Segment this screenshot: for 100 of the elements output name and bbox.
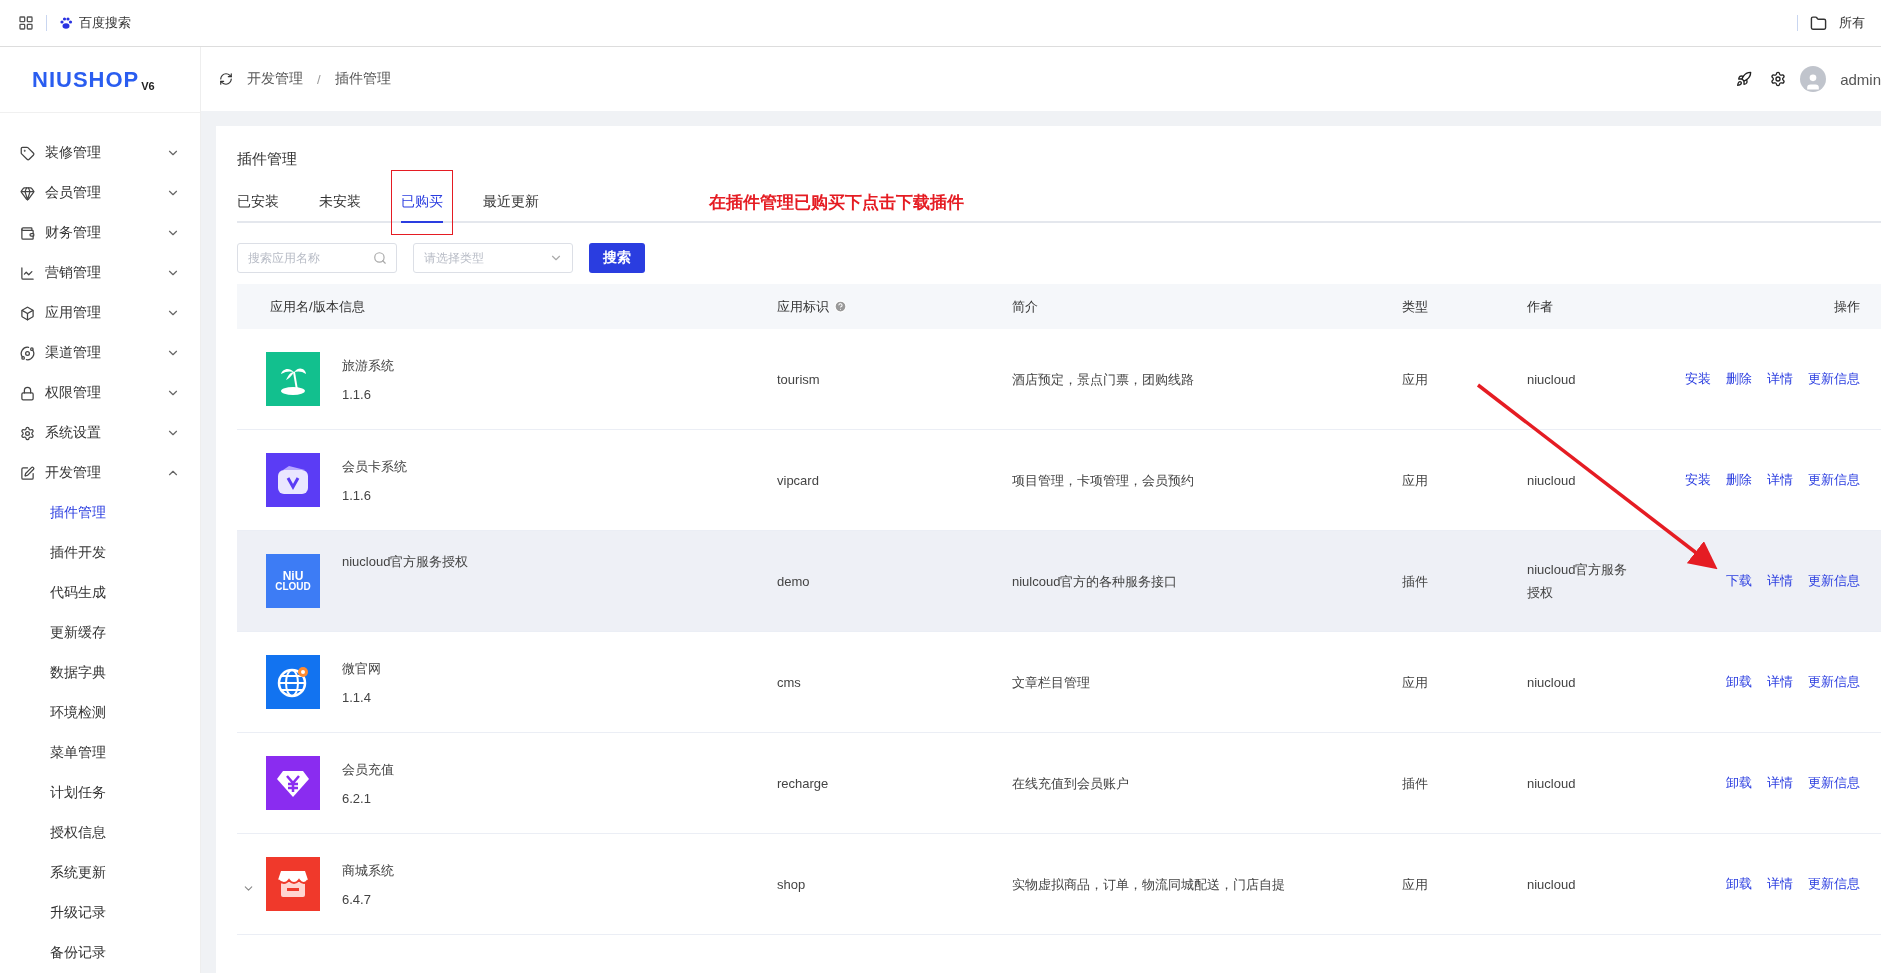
app-logo: NiU CLOUD (266, 554, 320, 608)
action-link[interactable]: 更新信息 (1808, 572, 1860, 590)
folder-icon[interactable] (1810, 14, 1827, 32)
app-key: vipcard (777, 468, 1012, 492)
action-link[interactable]: 详情 (1767, 673, 1793, 691)
card-icon (275, 464, 311, 496)
tab[interactable]: 已购买 (401, 193, 443, 223)
action-link[interactable]: 详情 (1767, 774, 1793, 792)
type-select[interactable]: 请选择类型 (413, 243, 573, 273)
action-link[interactable]: 详情 (1767, 370, 1793, 388)
action-link[interactable]: 详情 (1767, 471, 1793, 489)
chart-icon (20, 265, 35, 281)
app-type: 应用 (1402, 370, 1429, 389)
app-author: niucloud (1527, 673, 1577, 692)
menu-item[interactable]: 会员管理 (0, 173, 200, 213)
app-version: 1.1.4 (342, 689, 372, 705)
menu-item[interactable]: 系统设置 (0, 413, 200, 453)
settings-icon[interactable] (1770, 71, 1787, 87)
action-link[interactable]: 更新信息 (1808, 774, 1860, 792)
app-version: 6.4.7 (342, 891, 372, 907)
submenu-item[interactable]: 备份记录 (0, 933, 200, 973)
tag-icon (20, 145, 35, 161)
diamond-icon (20, 185, 35, 201)
app-author: niucloud (1527, 774, 1577, 793)
search-field[interactable]: 搜索应用名称 (237, 243, 397, 273)
submenu-item[interactable]: 数据字典 (0, 653, 200, 693)
action-link[interactable]: 详情 (1767, 572, 1793, 590)
submenu-item[interactable]: 环境检测 (0, 693, 200, 733)
column-header: 类型 (1402, 297, 1429, 316)
action-link[interactable]: 安装 (1685, 471, 1711, 489)
action-link[interactable]: 安装 (1685, 370, 1711, 388)
app-key: shop (777, 872, 1012, 896)
breadcrumb-separator: / (317, 71, 321, 87)
action-link[interactable]: 删除 (1726, 370, 1752, 388)
action-link[interactable]: 更新信息 (1808, 370, 1860, 388)
lock-icon (20, 385, 35, 401)
annotation-note: 在插件管理已购买下点击下载插件 (709, 191, 964, 214)
submenu-item[interactable]: 升级记录 (0, 893, 200, 933)
app-intro: niulcoud官方的各种服务接口 (1012, 572, 1179, 591)
breadcrumb-item[interactable]: 插件管理 (334, 70, 391, 88)
page-title: 插件管理 (237, 150, 298, 169)
submenu-item[interactable]: 代码生成 (0, 573, 200, 613)
menu-item[interactable]: 财务管理 (0, 213, 200, 253)
submenu-item[interactable]: 插件开发 (0, 533, 200, 573)
orbit-icon (20, 345, 35, 361)
action-link[interactable]: 更新信息 (1808, 673, 1860, 691)
breadcrumb-item[interactable]: 开发管理 (247, 70, 303, 88)
refresh-icon[interactable] (219, 72, 233, 86)
app-version: 1.1.6 (342, 487, 372, 503)
bookmark-link[interactable]: 百度搜索 (59, 14, 131, 32)
app-name: 微官网 (342, 659, 381, 678)
column-header: 操作 (1833, 297, 1861, 316)
app-type: 应用 (1402, 673, 1429, 692)
bookmark-folder[interactable]: 所有 (1839, 14, 1865, 32)
action-link[interactable]: 更新信息 (1808, 471, 1860, 489)
menu-item[interactable]: 应用管理 (0, 293, 200, 333)
submenu-item[interactable]: 更新缓存 (0, 613, 200, 653)
menu-item[interactable]: 权限管理 (0, 373, 200, 413)
submenu-item[interactable]: 计划任务 (0, 773, 200, 813)
tab[interactable]: 未安装 (319, 193, 361, 223)
action-link[interactable]: 详情 (1767, 875, 1793, 893)
logo-text: NIUSHOP (32, 66, 140, 93)
app-name: niucloud官方服务授权 (342, 553, 469, 571)
app-intro: 实物虚拟商品，订单，物流同城配送，门店自提 (1012, 875, 1286, 894)
tab[interactable]: 已安装 (237, 193, 279, 223)
app-version: 6.2.1 (342, 790, 372, 806)
menu-item[interactable]: 装修管理 (0, 133, 200, 173)
column-header: 作者 (1527, 297, 1554, 316)
search-button[interactable]: 搜索 (589, 243, 645, 273)
app-type: 应用 (1402, 471, 1429, 490)
paw-icon (59, 16, 73, 30)
action-link[interactable]: 删除 (1726, 471, 1752, 489)
tab[interactable]: 最近更新 (483, 193, 539, 223)
submenu-item[interactable]: 菜单管理 (0, 733, 200, 773)
app-author: niucloud (1527, 471, 1577, 490)
action-link[interactable]: 卸载 (1726, 774, 1752, 792)
submenu-item[interactable]: 系统更新 (0, 853, 200, 893)
edit-icon (20, 465, 35, 481)
help-icon[interactable] (834, 300, 847, 313)
column-header: 应用名/版本信息 (269, 297, 366, 316)
action-link[interactable]: 卸载 (1726, 875, 1752, 893)
submenu-item[interactable]: 授权信息 (0, 813, 200, 853)
action-link[interactable]: 卸载 (1726, 673, 1752, 691)
action-link[interactable]: 下载 (1726, 572, 1752, 590)
menu-item[interactable]: 开发管理 (0, 453, 200, 493)
wallet-icon (20, 225, 35, 241)
app-name: 商城系统 (342, 861, 394, 880)
app-author: niucloud (1527, 370, 1577, 389)
submenu-item[interactable]: 插件管理 (0, 493, 200, 533)
app-key: demo (777, 569, 1012, 593)
cube-icon (20, 305, 35, 321)
action-link[interactable]: 更新信息 (1808, 875, 1860, 893)
app-type: 应用 (1402, 875, 1429, 894)
app-name: 旅游系统 (342, 356, 394, 375)
apps-icon[interactable] (18, 15, 34, 31)
rocket-icon[interactable] (1736, 71, 1753, 87)
menu-item[interactable]: 渠道管理 (0, 333, 200, 373)
menu-item[interactable]: 营销管理 (0, 253, 200, 293)
app-key: tourism (777, 367, 1012, 391)
user-name[interactable]: admin (1840, 70, 1881, 88)
